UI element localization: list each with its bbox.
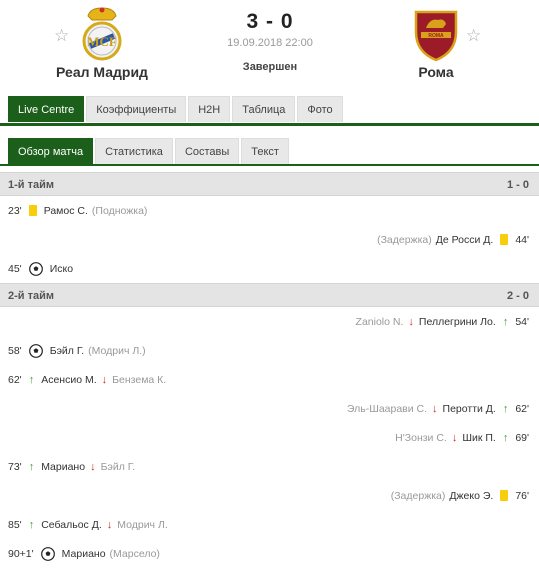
event-minute: 76' [515, 489, 529, 502]
event-note: (Модрич Л.) [88, 344, 146, 357]
tab-statistics[interactable]: Статистика [95, 138, 173, 164]
tab-lineups[interactable]: Составы [174, 138, 240, 164]
event-player[interactable]: Джеко Э. [449, 490, 493, 502]
event-row: Н'Зонзи С. ↓ Шик П. ↑ 69' [0, 423, 539, 452]
score-box: 3 - 0 19.09.2018 22:00 Завершен [190, 10, 350, 73]
event-minute: 45' [8, 262, 22, 275]
player-out[interactable]: Модрич Л. [117, 519, 168, 531]
sub-in-arrow-icon: ↑ [502, 315, 509, 328]
event-minute: 44' [515, 233, 529, 246]
match-events: 1-й тайм 1 - 0 23' Рамос С. (Подножка) (… [0, 172, 539, 568]
event-minute: 90+1' [8, 547, 34, 560]
match-status: Завершен [242, 61, 298, 73]
player-in[interactable]: Асенсио М. [41, 374, 96, 386]
player-in[interactable]: Пеллегрини Ло. [419, 316, 496, 328]
tab-photo[interactable]: Фото [297, 96, 343, 122]
sub-in-arrow-icon: ↑ [502, 431, 509, 444]
event-row: 90+1' Мариано (Марсело) [0, 539, 539, 568]
event-minute: 69' [515, 431, 529, 444]
event-minute: 23' [8, 204, 22, 217]
match-header: ☆ MCF Реал Мадрид 3 - 0 19.09.2018 22:00… [0, 0, 539, 92]
yellow-card-icon [28, 205, 37, 216]
tab-odds[interactable]: Коэффициенты [86, 96, 187, 122]
event-player[interactable]: Мариано [62, 548, 106, 560]
player-out[interactable]: Н'Зонзи С. [395, 432, 447, 444]
player-in[interactable]: Себальос Д. [41, 519, 102, 531]
real-madrid-crest-icon: MCF [76, 6, 128, 62]
event-minute: 85' [8, 518, 22, 531]
period-title: 2-й тайм [8, 290, 55, 302]
event-note: (Марсело) [109, 547, 160, 560]
event-row: (Задержка) Джеко Э. 76' [0, 481, 539, 510]
period-title: 1-й тайм [8, 179, 55, 191]
sub-in-arrow-icon: ↑ [502, 402, 509, 415]
period-score: 2 - 0 [506, 290, 529, 302]
event-row: 45' Иско [0, 254, 539, 283]
period-header-1: 1-й тайм 1 - 0 [0, 172, 539, 196]
event-row: (Задержка) Де Росси Д. 44' [0, 225, 539, 254]
tab-text[interactable]: Текст [241, 138, 289, 164]
sub-out-arrow-icon: ↓ [408, 315, 414, 328]
goal-ball-icon [28, 261, 43, 276]
sub-out-arrow-icon: ↓ [432, 402, 438, 415]
sub-out-arrow-icon: ↓ [101, 373, 108, 386]
event-row: 73' ↑ Мариано ↓ Бэйл Г. [0, 452, 539, 481]
event-row: 62' ↑ Асенсио М. ↓ Бензема К. [0, 365, 539, 394]
player-out[interactable]: Бензема К. [112, 374, 166, 386]
away-team-name[interactable]: Рома [346, 64, 526, 80]
tab-match-overview[interactable]: Обзор матча [8, 138, 94, 164]
event-row: 23' Рамос С. (Подножка) [0, 196, 539, 225]
tab-live-centre[interactable]: Live Centre [8, 96, 85, 122]
match-datetime: 19.09.2018 22:00 [227, 37, 313, 49]
player-out[interactable]: Zaniolo N. [356, 316, 404, 328]
event-minute: 73' [8, 460, 22, 473]
yellow-card-icon [500, 234, 509, 245]
event-player[interactable]: Бэйл Г. [50, 345, 84, 357]
sub-out-arrow-icon: ↓ [106, 518, 113, 531]
svg-text:MCF: MCF [87, 34, 117, 49]
svg-text:ROMA: ROMA [428, 33, 444, 39]
event-note: (Задержка) [377, 233, 432, 246]
event-note: (Подножка) [91, 204, 148, 217]
player-in[interactable]: Перотти Д. [443, 403, 496, 415]
event-minute: 54' [515, 315, 529, 328]
player-out[interactable]: Бэйл Г. [101, 461, 135, 473]
sub-out-arrow-icon: ↓ [451, 431, 458, 444]
sub-in-arrow-icon: ↑ [28, 460, 35, 473]
period-score: 1 - 0 [506, 179, 529, 191]
sub-tabs: Обзор матча Статистика Составы Текст [0, 138, 539, 166]
sub-in-arrow-icon: ↑ [28, 518, 35, 531]
event-player[interactable]: Де Росси Д. [436, 234, 494, 246]
event-minute: 58' [8, 344, 22, 357]
event-minute: 62' [8, 373, 22, 386]
yellow-card-icon [500, 490, 509, 501]
event-note: (Задержка) [390, 489, 446, 502]
home-team[interactable]: MCF Реал Мадрид [12, 0, 192, 80]
player-in[interactable]: Шик П. [462, 432, 495, 444]
roma-crest-icon: ROMA [410, 6, 462, 62]
player-in[interactable]: Мариано [41, 461, 85, 473]
event-row: Zaniolo N. ↓ Пеллегрини Ло. ↑ 54' [0, 307, 539, 336]
event-row: 85' ↑ Себальос Д. ↓ Модрич Л. [0, 510, 539, 539]
period-header-2: 2-й тайм 2 - 0 [0, 283, 539, 307]
goal-ball-icon [28, 343, 43, 358]
event-player[interactable]: Иско [50, 263, 73, 275]
sub-in-arrow-icon: ↑ [28, 373, 35, 386]
favorite-away-star-icon[interactable]: ☆ [466, 26, 481, 46]
home-team-name[interactable]: Реал Мадрид [12, 64, 192, 80]
tab-h2h[interactable]: H2H [188, 96, 231, 122]
main-tabs: Live Centre Коэффициенты H2H Таблица Фот… [0, 96, 539, 126]
goal-ball-icon [40, 546, 55, 561]
player-out[interactable]: Эль-Шаарави С. [347, 403, 427, 415]
event-row: Эль-Шаарави С. ↓ Перотти Д. ↑ 62' [0, 394, 539, 423]
event-minute: 62' [515, 402, 529, 415]
match-score: 3 - 0 [246, 10, 294, 33]
tab-standings[interactable]: Таблица [232, 96, 296, 122]
away-team[interactable]: ROMA Рома [346, 0, 526, 80]
sub-out-arrow-icon: ↓ [90, 460, 96, 473]
event-player[interactable]: Рамос С. [44, 205, 88, 217]
event-row: 58' Бэйл Г. (Модрич Л.) [0, 336, 539, 365]
